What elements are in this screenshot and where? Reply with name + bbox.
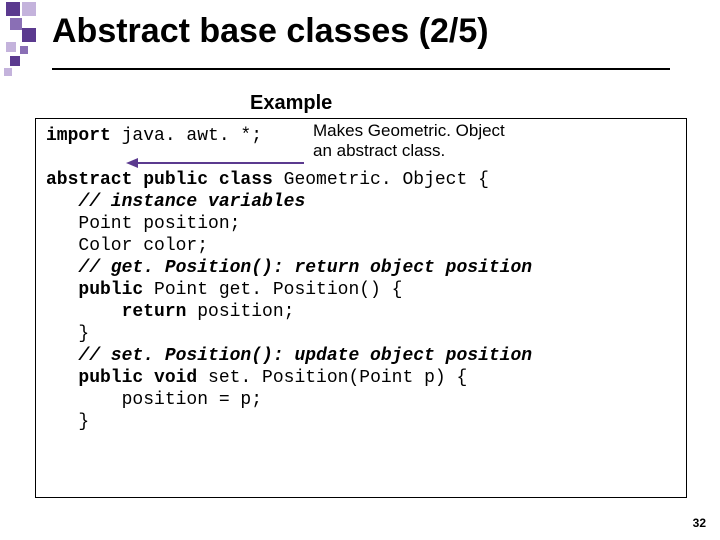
code-line-9: return position; (46, 301, 676, 323)
code-comment-setposition: // set. Position(): update object positi… (46, 345, 676, 367)
callout-annotation: Makes Geometric. Object an abstract clas… (313, 121, 548, 161)
kw-public: public (46, 280, 143, 300)
code-line-8: public Point get. Position() { (46, 279, 676, 301)
arrow-icon (126, 155, 306, 169)
kw-public-void: public void (46, 368, 197, 388)
kw-import: import (46, 126, 111, 146)
code-text: Point get. Position() { (143, 280, 402, 300)
code-comment-instance-vars: // instance variables (46, 191, 676, 213)
code-comment-getposition: // get. Position(): return object positi… (46, 257, 676, 279)
title-underline (52, 68, 670, 70)
code-line-10: } (46, 323, 676, 345)
kw-abstract-public-class: abstract public class (46, 170, 273, 190)
code-text: java. awt. *; (111, 126, 262, 146)
code-example-box: Makes Geometric. Object an abstract clas… (35, 118, 687, 498)
slide-title: Abstract base classes (2/5) (52, 12, 489, 51)
code-line-12: public void set. Position(Point p) { (46, 367, 676, 389)
accent-squares (0, 0, 38, 83)
code-line-2: abstract public class Geometric. Object … (46, 169, 676, 191)
code-line-13: position = p; (46, 389, 676, 411)
code-text: Geometric. Object { (273, 170, 489, 190)
callout-line2: an abstract class. (313, 141, 548, 161)
code-text: set. Position(Point p) { (197, 368, 467, 388)
code-line-4: Point position; (46, 213, 676, 235)
code-text: position; (186, 302, 294, 322)
page-number: 32 (693, 516, 706, 530)
code-line-5: Color color; (46, 235, 676, 257)
example-heading: Example (250, 92, 332, 115)
code-line-14: } (46, 411, 676, 433)
kw-return: return (46, 302, 186, 322)
callout-line1: Makes Geometric. Object (313, 121, 548, 141)
